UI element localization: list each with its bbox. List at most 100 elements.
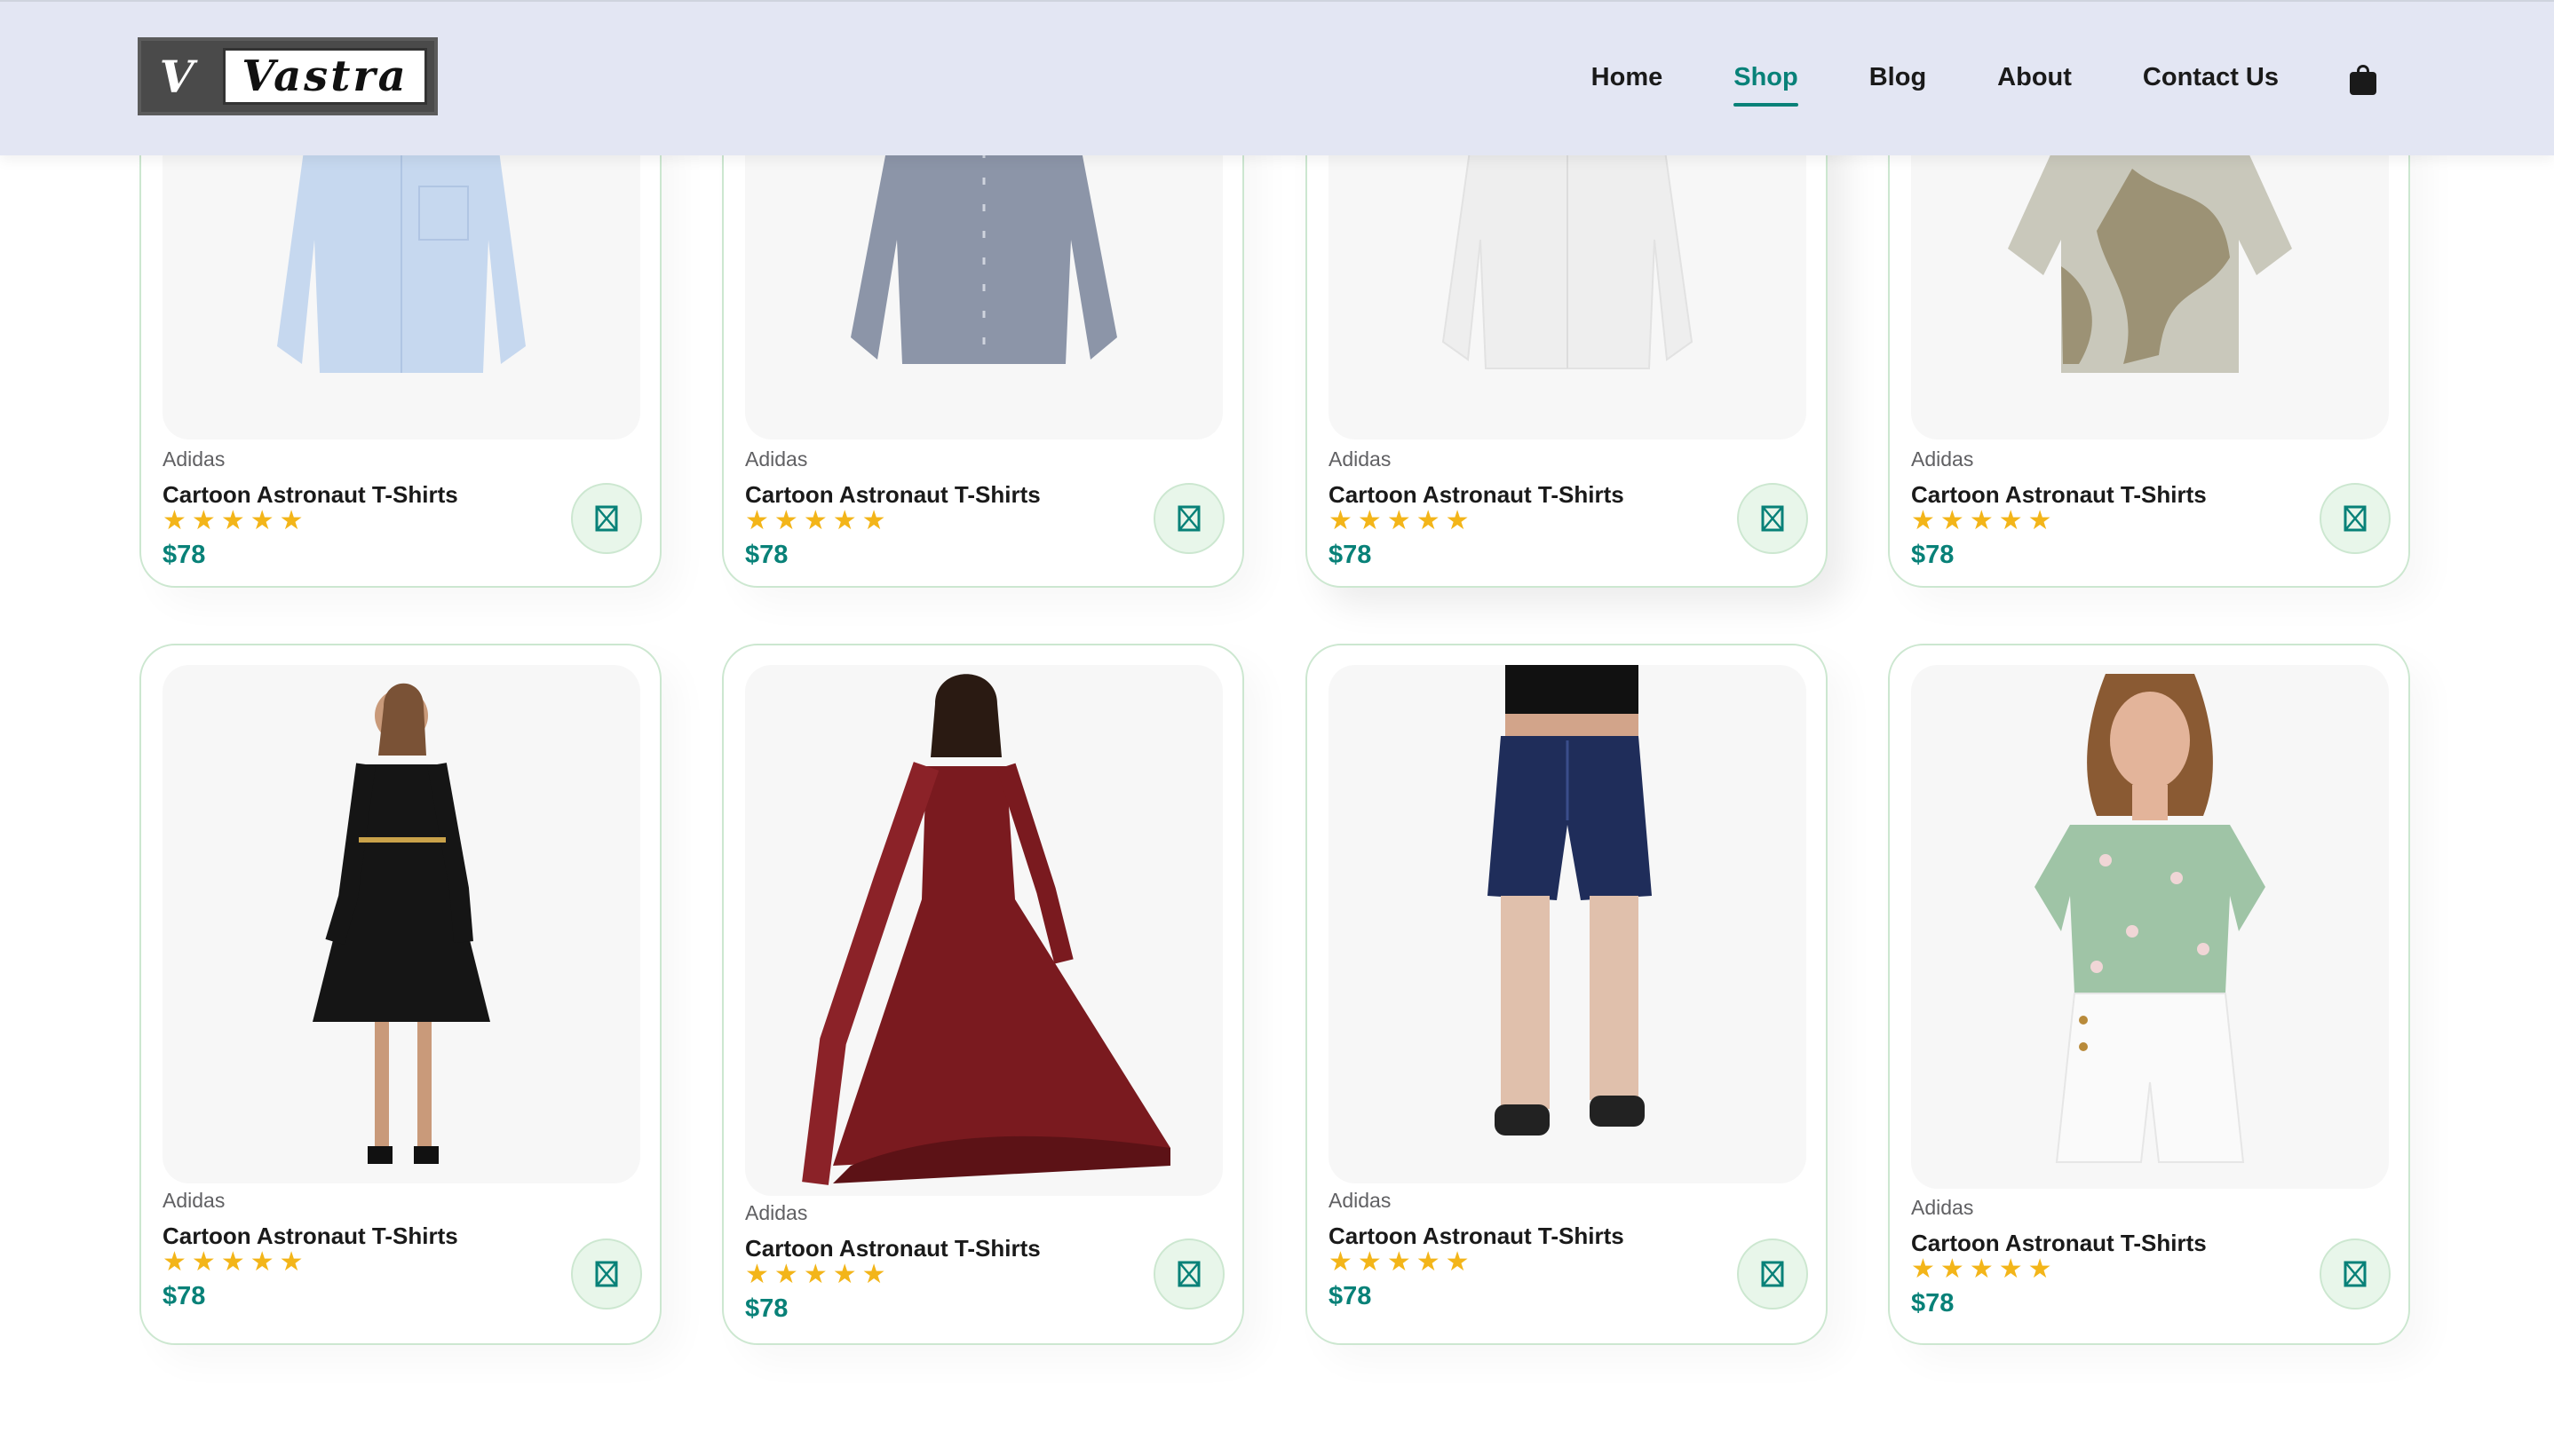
product-image-denim-shorts[interactable]: [1329, 665, 1806, 1183]
star-icon: ★: [745, 505, 769, 536]
product-brand: Adidas: [1911, 447, 1974, 471]
rating-stars: ★ ★ ★ ★ ★: [1911, 508, 2052, 534]
product-brand: Adidas: [163, 447, 226, 471]
product-card[interactable]: Adidas Cartoon Astronaut T-Shirts ★ ★ ★ ★ ★ …: [722, 644, 1244, 1345]
black-dress-illustration: [313, 683, 490, 1164]
star-icon: ★: [163, 1246, 186, 1278]
product-brand: Adidas: [1329, 447, 1392, 471]
rating-stars: ★ ★ ★ ★ ★: [163, 1249, 304, 1276]
star-icon: ★: [1939, 505, 1964, 536]
product-price: $78: [1329, 541, 1372, 569]
star-icon: ★: [1416, 1246, 1440, 1278]
add-to-cart-button[interactable]: [571, 1238, 642, 1310]
product-price: $78: [1329, 1282, 1372, 1310]
nav-contact[interactable]: Contact Us: [2143, 63, 2279, 96]
product-brand: Adidas: [1911, 1196, 1974, 1219]
product-brand: Adidas: [1329, 1189, 1392, 1212]
add-to-cart-button[interactable]: [1154, 483, 1225, 554]
logo[interactable]: V Vastra: [138, 37, 438, 115]
rating-stars: ★ ★ ★ ★ ★: [745, 508, 886, 534]
star-icon: ★: [1911, 1254, 1935, 1285]
product-price: $78: [163, 1282, 206, 1310]
product-card[interactable]: Adidas Cartoon Astronaut T-Shirts ★ ★ ★ ★ ★ …: [722, 98, 1244, 588]
star-icon: ★: [832, 505, 857, 536]
nav-home[interactable]: Home: [1591, 63, 1663, 96]
floral-blouse-illustration: [2034, 674, 2265, 1163]
star-icon: ★: [1445, 1246, 1470, 1278]
star-icon: ★: [1911, 505, 1935, 536]
star-icon: ★: [279, 1246, 304, 1278]
cart-icon: [1178, 1261, 1201, 1287]
star-icon: ★: [861, 1259, 886, 1290]
rating-stars: ★ ★ ★ ★ ★: [745, 1262, 886, 1288]
star-icon: ★: [1998, 505, 2023, 536]
add-to-cart-button[interactable]: [2320, 483, 2391, 554]
add-to-cart-button[interactable]: [1737, 483, 1808, 554]
cart-icon: [1178, 505, 1201, 532]
star-icon: ★: [279, 505, 304, 536]
product-price: $78: [1911, 1289, 1955, 1318]
star-icon: ★: [1969, 1254, 1994, 1285]
product-card[interactable]: Adidas Cartoon Astronaut T-Shirts ★ ★ ★ ★ ★ …: [1888, 98, 2410, 588]
star-icon: ★: [191, 505, 216, 536]
add-to-cart-button[interactable]: [571, 483, 642, 554]
product-price: $78: [745, 541, 789, 569]
add-to-cart-button[interactable]: [1154, 1238, 1225, 1310]
cart-icon: [2344, 505, 2367, 532]
product-image-black-dress[interactable]: [163, 665, 640, 1183]
product-card[interactable]: Adidas Cartoon Astronaut T-Shirts ★ ★ ★ ★ ★ …: [1305, 644, 1828, 1345]
star-icon: ★: [2027, 505, 2052, 536]
star-icon: ★: [191, 1246, 216, 1278]
logo-text: Vastra: [223, 48, 427, 105]
star-icon: ★: [1998, 1254, 2023, 1285]
main-nav: Home Shop Blog About Contact Us: [1520, 2, 2376, 157]
star-icon: ★: [250, 505, 274, 536]
nav-shop[interactable]: Shop: [1733, 63, 1798, 107]
rating-stars: ★ ★ ★ ★ ★: [1329, 508, 1470, 534]
denim-shorts-illustration: [1487, 665, 1652, 1136]
product-price: $78: [1911, 541, 1955, 569]
shopping-bag-icon[interactable]: [2350, 64, 2376, 95]
star-icon: ★: [773, 1259, 798, 1290]
cart-icon: [1761, 505, 1784, 532]
star-icon: ★: [745, 1259, 769, 1290]
product-image-floral-blouse[interactable]: [1911, 665, 2389, 1189]
add-to-cart-button[interactable]: [1737, 1238, 1808, 1310]
rating-stars: ★ ★ ★ ★ ★: [1329, 1249, 1470, 1276]
star-icon: ★: [861, 505, 886, 536]
product-price: $78: [163, 541, 206, 569]
star-icon: ★: [220, 505, 245, 536]
printed-shirt-illustration: [2008, 151, 2292, 373]
nav-about[interactable]: About: [1997, 63, 2072, 96]
star-icon: ★: [1357, 505, 1382, 536]
add-to-cart-button[interactable]: [2320, 1238, 2391, 1310]
star-icon: ★: [803, 505, 828, 536]
site-header: V Vastra Home Shop Blog About Contact Us: [0, 0, 2554, 155]
cart-icon: [595, 505, 618, 532]
product-card[interactable]: Adidas Cartoon Astronaut T-Shirts ★ ★ ★ ★ ★ …: [1888, 644, 2410, 1345]
star-icon: ★: [163, 505, 186, 536]
product-image-maroon-gown[interactable]: [745, 665, 1223, 1196]
cart-icon: [1761, 1261, 1784, 1287]
product-card[interactable]: Adidas Cartoon Astronaut T-Shirts ★ ★ ★ ★ ★ …: [1305, 98, 1828, 588]
star-icon: ★: [1445, 505, 1470, 536]
rating-stars: ★ ★ ★ ★ ★: [1911, 1256, 2052, 1283]
light-blue-shirt-illustration: [277, 151, 526, 373]
star-icon: ★: [2027, 1254, 2052, 1285]
star-icon: ★: [773, 505, 798, 536]
striped-shirt-illustration: [851, 151, 1117, 364]
white-shirt-illustration: [1441, 151, 1693, 369]
product-card[interactable]: Adidas Cartoon Astronaut T-Shirts ★ ★ ★ ★ ★ …: [139, 644, 662, 1345]
star-icon: ★: [1939, 1254, 1964, 1285]
star-icon: ★: [832, 1259, 857, 1290]
product-price: $78: [745, 1294, 789, 1323]
nav-blog[interactable]: Blog: [1869, 63, 1926, 96]
logo-letter: V: [159, 50, 194, 103]
product-brand: Adidas: [745, 447, 808, 471]
product-card[interactable]: Adidas Cartoon Astronaut T-Shirts ★ ★ ★ ★ ★ …: [139, 98, 662, 588]
star-icon: ★: [1386, 1246, 1411, 1278]
product-brand: Adidas: [163, 1189, 226, 1212]
star-icon: ★: [1329, 1246, 1352, 1278]
star-icon: ★: [1329, 505, 1352, 536]
cart-icon: [595, 1261, 618, 1287]
